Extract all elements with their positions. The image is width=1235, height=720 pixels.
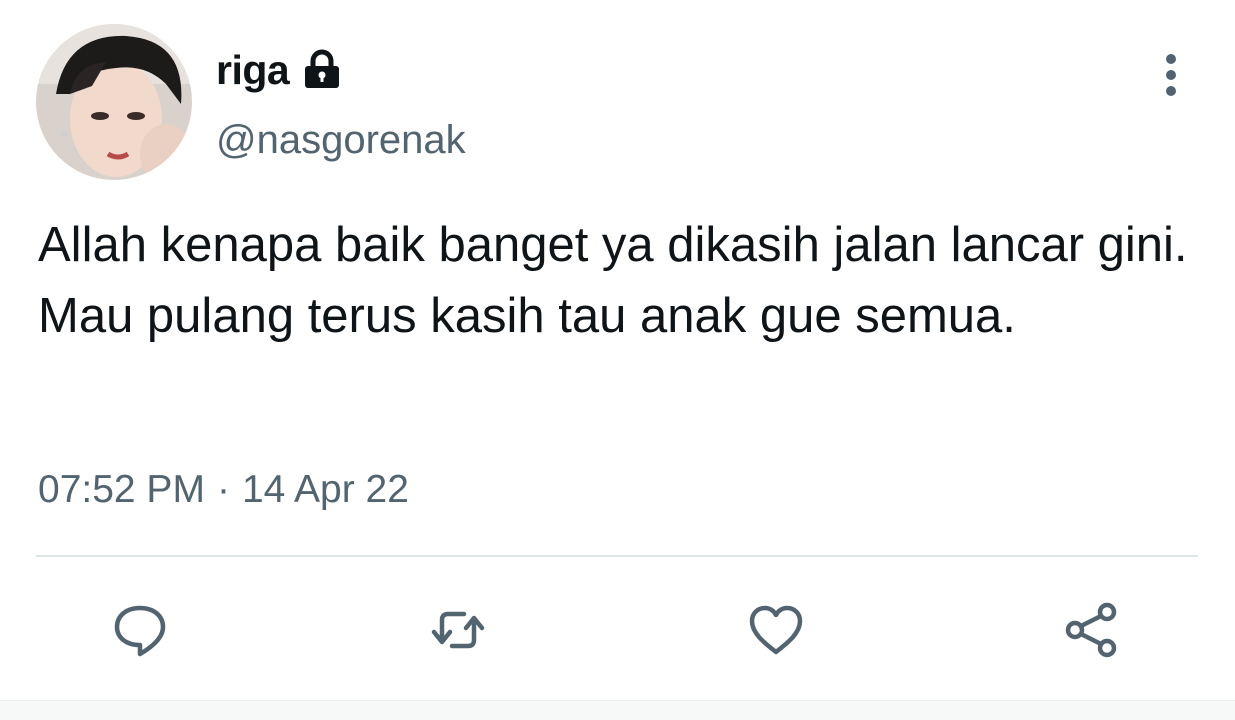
- tweet-time: 07:52 PM: [38, 468, 205, 511]
- heart-icon: [749, 605, 803, 655]
- bottom-separator: [0, 700, 1235, 720]
- more-options-button[interactable]: [1150, 52, 1192, 98]
- reply-icon: [114, 605, 166, 657]
- timestamp-separator: ·: [216, 468, 230, 511]
- avatar-image: [36, 24, 192, 180]
- tweet-timestamp[interactable]: 07:52 PM · 14 Apr 22: [38, 468, 409, 512]
- user-handle[interactable]: @nasgorenak: [216, 118, 466, 163]
- retweet-icon: [431, 611, 485, 649]
- share-icon: [1065, 602, 1117, 658]
- action-bar: [0, 590, 1235, 670]
- display-name[interactable]: riga: [216, 47, 290, 94]
- divider: [36, 555, 1198, 557]
- lock-icon: [301, 49, 343, 91]
- tweet-text: Allah kenapa baik banget ya dikasih jala…: [38, 218, 1188, 343]
- retweet-button[interactable]: [418, 590, 498, 670]
- tweet-date: 14 Apr 22: [241, 468, 409, 511]
- avatar[interactable]: [36, 24, 192, 180]
- display-name-row: riga: [216, 42, 343, 98]
- tweet-card: riga @nasgorenak Allah kenapa baik bange…: [0, 0, 1235, 720]
- more-vertical-icon: [1166, 54, 1176, 96]
- share-button[interactable]: [1052, 590, 1132, 670]
- like-button[interactable]: [736, 590, 816, 670]
- reply-button[interactable]: [100, 590, 180, 670]
